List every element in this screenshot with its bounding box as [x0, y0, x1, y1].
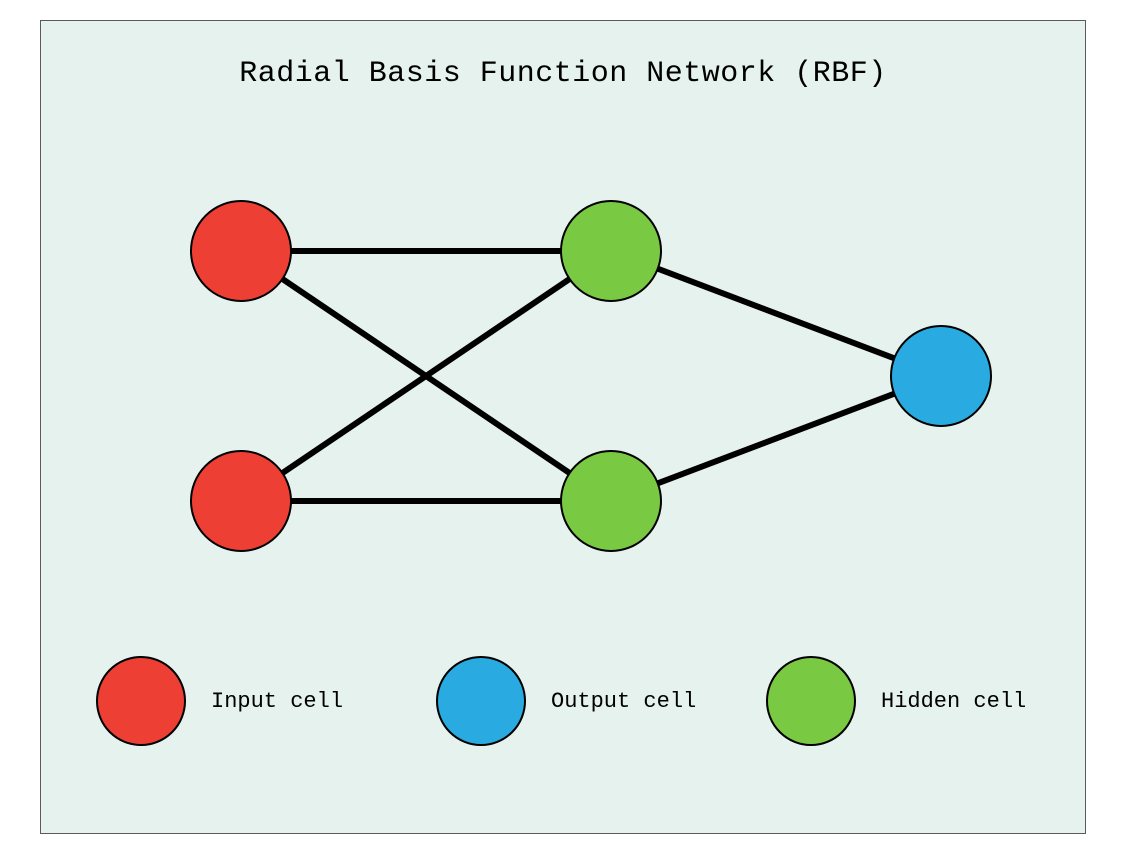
output-node-1 [891, 326, 991, 426]
legend-input-label: Input cell [211, 689, 343, 714]
legend-hidden-label: Hidden cell [881, 689, 1026, 714]
input-node-2 [191, 451, 291, 551]
diagram-frame: Radial Basis Function Network (RBF) Inpu… [40, 20, 1086, 834]
edge-hidden1-output1 [611, 251, 941, 376]
hidden-node-2 [561, 451, 661, 551]
legend-output-swatch [437, 657, 525, 745]
legend-input-swatch [97, 657, 185, 745]
legend-output-label: Output cell [551, 689, 696, 714]
hidden-node-1 [561, 201, 661, 301]
edge-hidden2-output1 [611, 376, 941, 501]
input-node-1 [191, 201, 291, 301]
legend-hidden-swatch [767, 657, 855, 745]
